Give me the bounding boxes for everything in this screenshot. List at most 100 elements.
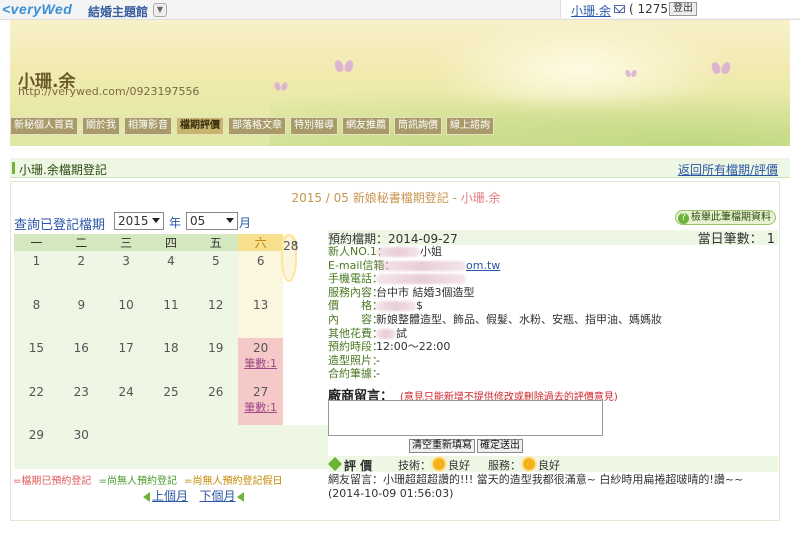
- booking-count-link[interactable]: 筆數:1: [238, 355, 283, 371]
- nav-album[interactable]: 相簿影音: [124, 117, 172, 135]
- booking-count-link[interactable]: 筆數:1: [238, 399, 283, 415]
- detail-label: 造型照片：: [328, 353, 383, 367]
- day-number: 26: [208, 384, 224, 399]
- detail-value: 新娘整體造型、飾品、假髮、水粉、安瓶、指甲油、媽媽妝: [376, 313, 662, 326]
- site-menu-link[interactable]: 結婚主題館: [88, 3, 148, 20]
- calendar-week: 22 23 24 25 26 27 筆數:1 28: [14, 236, 328, 426]
- calendar-day: 4: [148, 251, 194, 295]
- calendar-day: 11: [148, 294, 194, 339]
- detail-label: 內 容：: [328, 312, 383, 326]
- panel-title: 2015 / 05 新娘秘書檔期登記 - 小珊.余: [11, 189, 781, 206]
- day-number: 29: [28, 428, 45, 443]
- nav-blog[interactable]: 部落格文章: [228, 117, 286, 135]
- year-select[interactable]: 2015: [114, 212, 164, 230]
- clear-button[interactable]: 清空重新填寫: [409, 439, 475, 453]
- detail-value-text: 12:00～22:00: [376, 340, 451, 354]
- nav-home[interactable]: 新秘個人首頁: [10, 117, 78, 135]
- nav-sms-inquiry[interactable]: 筒訊詢價: [394, 117, 442, 135]
- back-to-all-link[interactable]: 返回所有檔期/評價: [678, 161, 778, 178]
- site-logo[interactable]: <veryWed: [2, 1, 72, 17]
- weekday-row: 一 二 三 四 五 六 日: [14, 234, 328, 253]
- calendar-day: 24: [103, 381, 149, 426]
- detail-value[interactable]: om.tw: [376, 259, 500, 272]
- nav-recommend[interactable]: 網友推薦: [342, 117, 390, 135]
- arrow-right-icon: [237, 491, 245, 502]
- calendar-day: 12: [193, 294, 239, 339]
- weekday-sat: 六: [238, 234, 284, 251]
- redacted-mark: [376, 247, 420, 257]
- detail-value-text: -: [376, 367, 380, 381]
- day-number: 24: [118, 384, 134, 399]
- detail-row: E-mail信箱： om.tw: [328, 259, 778, 273]
- calendar-day[interactable]: 20 筆數:1: [238, 338, 284, 382]
- detail-value-text: om.tw: [466, 258, 501, 272]
- day-number: 22: [28, 384, 45, 399]
- nav-online-consult[interactable]: 線上諮詢: [446, 117, 494, 135]
- detail-row: 預約時段： 12:00～22:00: [328, 340, 778, 354]
- rating-title: 評 價: [344, 459, 373, 473]
- detail-row: 手機電話：: [328, 272, 778, 286]
- detail-row: 內 容： 新娘整體造型、飾品、假髮、水粉、安瓶、指甲油、媽媽妝: [328, 313, 778, 327]
- vendor-comment-textarea[interactable]: [328, 400, 603, 436]
- month-select[interactable]: 05: [186, 212, 238, 230]
- calendar-empty-cell: [103, 425, 149, 469]
- nav-special-report[interactable]: 特別報導: [290, 117, 338, 135]
- detail-value: 小姐: [376, 245, 442, 258]
- section-title: 小珊.余檔期登記: [19, 163, 107, 177]
- pencil-icon: [327, 456, 343, 472]
- chevron-down-icon[interactable]: ▼: [153, 3, 167, 17]
- detail-label: 價 格：: [328, 299, 383, 313]
- day-number: 16: [73, 341, 89, 356]
- calendar-day: 9: [58, 294, 104, 339]
- butterfly-icon: [275, 82, 288, 92]
- day-number: 25: [163, 384, 179, 399]
- next-month-link[interactable]: 下個月: [199, 489, 235, 503]
- month-select-value: 05: [190, 214, 206, 228]
- day-number: 23: [73, 384, 89, 399]
- detail-value: 台中市 結婚3個造型: [376, 286, 475, 299]
- prev-month-link[interactable]: 上個月: [152, 489, 188, 503]
- legend-booked: =檔期已預約登記: [13, 476, 92, 487]
- user-name-link[interactable]: 小珊.余: [571, 2, 611, 19]
- butterfly-icon: [626, 70, 637, 78]
- calendar-week: 15 16 17 18 19 20筆數:1 2 1: [14, 236, 328, 382]
- report-entry-button[interactable]: ? 檢舉此筆檔期資料: [675, 210, 776, 225]
- day-number: 1: [32, 254, 41, 268]
- detail-row: 新人NO.1： 小姐: [328, 245, 778, 259]
- detail-value: 12:00～22:00: [376, 340, 450, 353]
- nav-about[interactable]: 關於我: [82, 117, 120, 135]
- calendar: 一 二 三 四 五 六 日 12345678910111213141516171…: [14, 234, 328, 469]
- calendar-day: 6: [238, 251, 284, 295]
- detail-value-text: 新娘整體造型、飾品、假髮、水粉、安瓶、指甲油、媽媽妝: [376, 312, 662, 326]
- day-number: 18: [163, 341, 179, 356]
- weekday-wed: 三: [103, 234, 149, 251]
- calendar-day: 10: [103, 294, 149, 339]
- calendar-day: 3: [103, 251, 149, 295]
- mail-icon[interactable]: [614, 5, 625, 13]
- detail-value: 試: [376, 327, 407, 340]
- day-number: 6: [256, 254, 265, 268]
- report-entry-label: 檢舉此筆檔期資料: [691, 212, 771, 223]
- submit-button[interactable]: 確定送出: [477, 439, 523, 453]
- top-bar: <veryWed 結婚主題館 ▼ 小珊.余 ( 1275 ) 登出: [0, 0, 800, 20]
- nav-schedule-reviews[interactable]: 檔期評價: [176, 117, 224, 135]
- weekday-fri: 五: [193, 234, 239, 251]
- detail-row: 服務內容： 台中市 結婚3個造型: [328, 286, 778, 300]
- booking-detail: 預約檔期：2014-09-27 當日筆數： 1 新人NO.1： 小姐 E-mail信…: [328, 230, 778, 381]
- calendar-day: 28: [283, 236, 298, 280]
- day-number: 4: [167, 254, 175, 268]
- calendar-day: 5: [193, 251, 239, 295]
- calendar-day: 26: [193, 381, 239, 426]
- detail-label: 其他花費：: [328, 326, 383, 340]
- calendar-empty-cell: [193, 425, 239, 469]
- sun-icon: [433, 458, 445, 470]
- day-number: 5: [211, 254, 220, 268]
- detail-value-text: 小姐: [420, 245, 442, 258]
- calendar-day[interactable]: 27 筆數:1: [238, 381, 284, 426]
- question-icon: ?: [678, 213, 689, 224]
- day-number: 2: [77, 254, 86, 268]
- day-number: 19: [208, 341, 224, 356]
- month-unit: 月: [239, 216, 252, 230]
- day-number: 8: [32, 297, 41, 312]
- logout-button[interactable]: 登出: [669, 2, 697, 16]
